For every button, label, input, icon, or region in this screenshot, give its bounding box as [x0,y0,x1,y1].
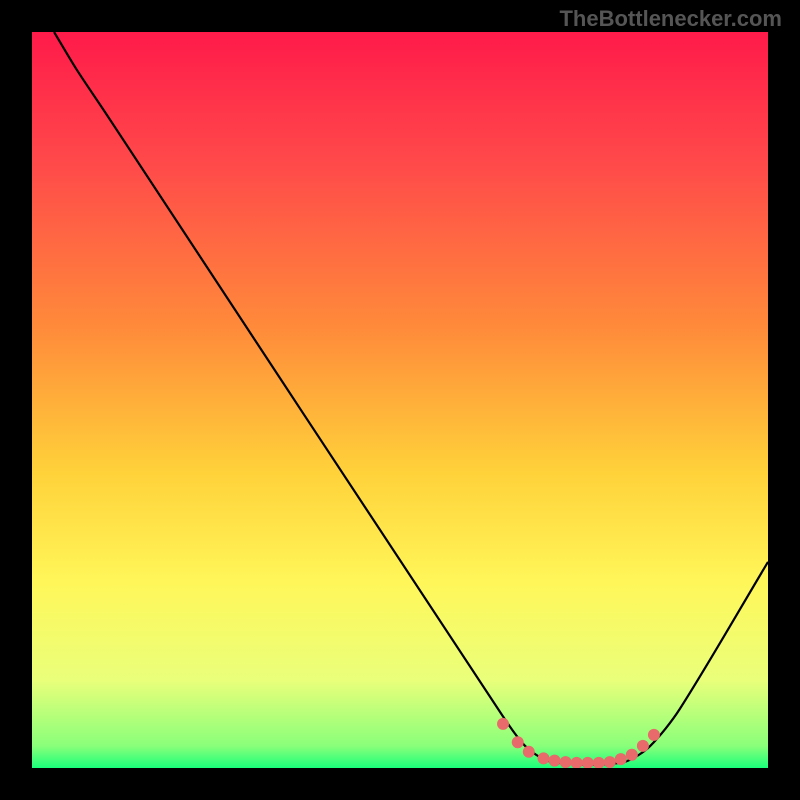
marker-dot [549,755,561,767]
marker-dot [604,756,616,768]
gradient-background [32,32,768,768]
marker-dot [615,753,627,765]
chart-container: TheBottlenecker.com [0,0,800,800]
marker-dot [626,749,638,761]
marker-dot [497,718,509,730]
marker-dot [637,740,649,752]
marker-dot [512,736,524,748]
marker-dot [560,756,572,768]
marker-dot [648,729,660,741]
plot-area [32,32,768,768]
marker-dot [538,752,550,764]
chart-svg [32,32,768,768]
watermark-text: TheBottlenecker.com [559,6,782,32]
marker-dot [523,746,535,758]
